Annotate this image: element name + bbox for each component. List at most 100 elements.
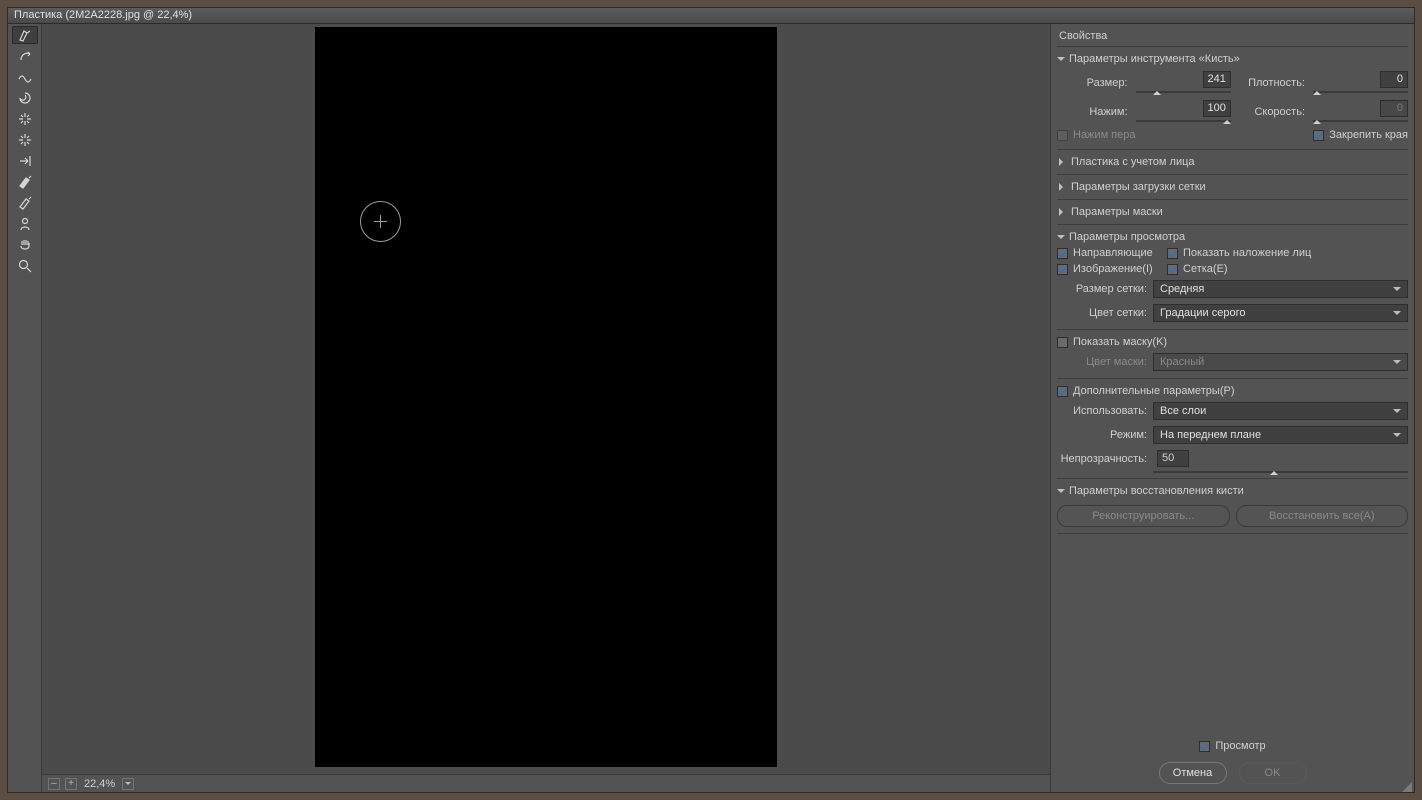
hand-tool[interactable] bbox=[12, 236, 38, 254]
status-bar: – + 22,4% bbox=[42, 774, 1050, 792]
ok-button: OK bbox=[1239, 762, 1307, 784]
stylus-pressure-label: Нажим пера bbox=[1073, 129, 1136, 141]
section-brush-options: Параметры инструмента «Кисть» Размер: 24… bbox=[1057, 47, 1408, 150]
disclosure-triangle-icon bbox=[1059, 183, 1067, 191]
pressure-label: Нажим: bbox=[1057, 106, 1132, 118]
zoom-dropdown[interactable] bbox=[122, 778, 134, 790]
disclosure-triangle-icon bbox=[1057, 57, 1065, 65]
show-mask-row[interactable]: Показать маску(K) bbox=[1057, 334, 1408, 350]
properties-panel: Свойства Параметры инструмента «Кисть» Р… bbox=[1050, 24, 1414, 792]
show-mesh-checkbox[interactable] bbox=[1167, 264, 1178, 275]
zoom-in-button[interactable]: + bbox=[65, 778, 77, 790]
size-input[interactable]: 241 bbox=[1203, 71, 1231, 88]
canvas-wrap: – + 22,4% bbox=[42, 24, 1050, 792]
bloat-tool[interactable] bbox=[12, 131, 38, 149]
use-label: Использовать: bbox=[1057, 405, 1147, 417]
density-slider[interactable] bbox=[1313, 90, 1408, 94]
pin-edges-row[interactable]: Закрепить края bbox=[1313, 127, 1408, 143]
zoom-out-button[interactable]: – bbox=[48, 778, 60, 790]
pressure-slider[interactable] bbox=[1136, 119, 1231, 123]
show-image-checkbox[interactable] bbox=[1057, 264, 1068, 275]
opacity-input[interactable]: 50 bbox=[1157, 450, 1189, 467]
canvas-area[interactable] bbox=[42, 24, 1050, 774]
size-slider[interactable] bbox=[1136, 90, 1231, 94]
show-image-label: Изображение(I) bbox=[1073, 263, 1153, 275]
face-tool[interactable] bbox=[12, 215, 38, 233]
window-title: Пластика (2M2A2228.jpg @ 22,4%) bbox=[8, 8, 1414, 24]
rate-input: 0 bbox=[1380, 100, 1408, 117]
opacity-label: Непрозрачность: bbox=[1057, 453, 1147, 465]
panel-title: Свойства bbox=[1057, 24, 1408, 47]
show-backdrop-checkbox[interactable] bbox=[1057, 386, 1068, 397]
density-input[interactable]: 0 bbox=[1380, 71, 1408, 88]
zoom-level: 22,4% bbox=[84, 778, 115, 790]
pucker-tool[interactable] bbox=[12, 110, 38, 128]
section-reconstruct: Параметры восстановления кисти Реконстру… bbox=[1057, 479, 1408, 534]
zoom-tool[interactable] bbox=[12, 257, 38, 275]
reconstruct-button: Реконструировать... bbox=[1057, 505, 1230, 527]
show-backdrop-label: Дополнительные параметры(P) bbox=[1073, 385, 1234, 397]
restore-all-button: Восстановить все(A) bbox=[1236, 505, 1409, 527]
reconstruct-tool[interactable] bbox=[12, 47, 38, 65]
preview-checkbox[interactable] bbox=[1199, 741, 1210, 752]
section-mask-title: Параметры маски bbox=[1071, 206, 1163, 218]
mesh-color-label: Цвет сетки: bbox=[1057, 307, 1147, 319]
stylus-pressure-checkbox bbox=[1057, 130, 1068, 141]
show-image-row[interactable]: Изображение(I) bbox=[1057, 263, 1167, 275]
cancel-button[interactable]: Отмена bbox=[1159, 762, 1227, 784]
section-load-mesh-title: Параметры загрузки сетки bbox=[1071, 181, 1206, 193]
stylus-pressure-row: Нажим пера bbox=[1057, 127, 1136, 143]
section-face-aware-header[interactable]: Пластика с учетом лица bbox=[1057, 154, 1408, 170]
pressure-input[interactable]: 100 bbox=[1203, 100, 1231, 117]
push-left-tool[interactable] bbox=[12, 152, 38, 170]
mask-color-label: Цвет маски: bbox=[1057, 356, 1147, 368]
use-select[interactable]: Все слои bbox=[1153, 402, 1408, 420]
mesh-size-select[interactable]: Средняя bbox=[1153, 280, 1408, 298]
rate-label: Скорость: bbox=[1235, 106, 1310, 118]
show-face-overlay-row[interactable]: Показать наложение лиц bbox=[1167, 247, 1408, 259]
tool-column bbox=[8, 24, 42, 792]
show-backdrop-row[interactable]: Дополнительные параметры(P) bbox=[1057, 383, 1408, 399]
preview-row[interactable]: Просмотр bbox=[1199, 738, 1265, 754]
show-mask-checkbox[interactable] bbox=[1057, 337, 1068, 348]
forward-warp-tool[interactable] bbox=[12, 26, 38, 44]
show-guides-label: Направляющие bbox=[1073, 247, 1153, 259]
canvas[interactable] bbox=[315, 27, 777, 767]
show-face-overlay-label: Показать наложение лиц bbox=[1183, 247, 1311, 259]
show-guides-row[interactable]: Направляющие bbox=[1057, 247, 1167, 259]
show-mesh-row[interactable]: Сетка(E) bbox=[1167, 263, 1408, 275]
disclosure-triangle-icon bbox=[1059, 208, 1067, 216]
mesh-size-label: Размер сетки: bbox=[1057, 283, 1147, 295]
show-face-overlay-checkbox[interactable] bbox=[1167, 248, 1178, 259]
mode-select[interactable]: На переднем плане bbox=[1153, 426, 1408, 444]
mode-label: Режим: bbox=[1057, 429, 1147, 441]
section-view-options: Параметры просмотра Направляющие Показат… bbox=[1057, 225, 1408, 479]
section-brush-header[interactable]: Параметры инструмента «Кисть» bbox=[1057, 51, 1408, 67]
mesh-color-select[interactable]: Градации серого bbox=[1153, 304, 1408, 322]
section-load-mesh-header[interactable]: Параметры загрузки сетки bbox=[1057, 179, 1408, 195]
freeze-mask-tool[interactable] bbox=[12, 173, 38, 191]
show-mask-label: Показать маску(K) bbox=[1073, 336, 1167, 348]
opacity-slider[interactable] bbox=[1153, 470, 1408, 474]
disclosure-triangle-icon bbox=[1057, 235, 1065, 243]
density-label: Плотность: bbox=[1235, 77, 1310, 89]
section-mask-header[interactable]: Параметры маски bbox=[1057, 204, 1408, 220]
section-view-header[interactable]: Параметры просмотра bbox=[1057, 229, 1408, 245]
liquify-dialog: Пластика (2M2A2228.jpg @ 22,4%) bbox=[7, 7, 1415, 793]
size-label: Размер: bbox=[1057, 77, 1132, 89]
section-reconstruct-header[interactable]: Параметры восстановления кисти bbox=[1057, 483, 1408, 499]
preview-label: Просмотр bbox=[1215, 740, 1265, 752]
thaw-mask-tool[interactable] bbox=[12, 194, 38, 212]
show-guides-checkbox[interactable] bbox=[1057, 248, 1068, 259]
resize-grip-icon[interactable] bbox=[1402, 782, 1412, 792]
section-reconstruct-title: Параметры восстановления кисти bbox=[1069, 485, 1244, 497]
twirl-tool[interactable] bbox=[12, 89, 38, 107]
disclosure-triangle-icon bbox=[1059, 158, 1067, 166]
mask-color-select: Красный bbox=[1153, 353, 1408, 371]
pin-edges-label: Закрепить края bbox=[1329, 129, 1408, 141]
pin-edges-checkbox[interactable] bbox=[1313, 130, 1324, 141]
smooth-tool[interactable] bbox=[12, 68, 38, 86]
show-mesh-label: Сетка(E) bbox=[1183, 263, 1228, 275]
section-view-title: Параметры просмотра bbox=[1069, 231, 1185, 243]
section-face-title: Пластика с учетом лица bbox=[1071, 156, 1195, 168]
